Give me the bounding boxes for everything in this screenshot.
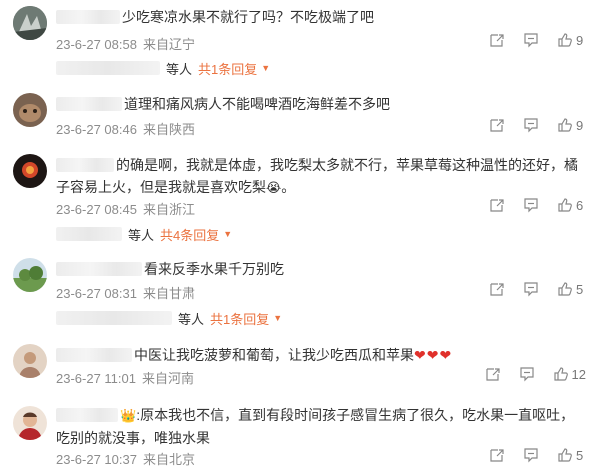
comment-item: 道理和痛风病人不能喝啤酒吃海鲜差不多吧 23-6-27 08:46 来自陕西 9: [0, 86, 600, 148]
avatar[interactable]: [13, 93, 47, 127]
like-count: 6: [576, 197, 584, 213]
like-icon[interactable]: [553, 366, 569, 382]
username-blur[interactable]: [56, 97, 122, 111]
comment-icon[interactable]: [519, 366, 535, 382]
timestamp: 23-6-27 10:37: [56, 452, 137, 467]
location: 来自北京: [142, 452, 195, 467]
username-blur[interactable]: [56, 348, 132, 362]
timestamp: 23-6-27 08:46: [56, 122, 137, 137]
comment-meta: 23-6-27 08:31 来自甘肃: [56, 283, 195, 302]
avatar[interactable]: [13, 344, 47, 378]
reply-suffix: 等人: [178, 311, 205, 327]
forward-icon[interactable]: [489, 197, 505, 213]
comment-text: 道理和痛风病人不能喝啤酒吃海鲜差不多吧: [56, 93, 586, 115]
comment-meta: 23-6-27 10:37 来自北京: [56, 449, 195, 468]
comment-actions: 9: [471, 117, 586, 133]
avatar[interactable]: [13, 6, 47, 40]
comment-meta: 23-6-27 08:58 来自辽宁: [56, 34, 195, 53]
location: 来自陕西: [142, 122, 195, 137]
replier-blur: [56, 227, 122, 241]
comment-body: 少吃寒凉水果不就行了吗？不吃极端了吧: [122, 9, 374, 25]
comment-actions: 12: [467, 366, 586, 382]
comment-body: 中医让我吃菠萝和葡萄，让我少吃西瓜和苹果: [134, 347, 414, 363]
comment-text: 👑:原本我也不信，直到有段时间孩子感冒生病了很久，吃水果一直呕吐，吃别的就没事，…: [56, 404, 586, 449]
comment-actions: 6: [471, 197, 586, 213]
avatar[interactable]: [13, 154, 47, 188]
caret-down-icon: ▼: [273, 313, 283, 323]
comment-icon[interactable]: [523, 117, 539, 133]
username-blur[interactable]: [56, 408, 118, 422]
comment-item: 看来反季水果千万别吃 23-6-27 08:31 来自甘肃 5 等人 共1条回复 …: [0, 250, 600, 336]
crown-badge-icon: 👑: [120, 408, 137, 423]
view-replies-link[interactable]: 共4条回复: [160, 225, 219, 244]
comment-icon[interactable]: [523, 447, 539, 463]
comment-body-end: 。: [281, 179, 296, 195]
avatar[interactable]: [13, 406, 47, 440]
comment-body: 看来反季水果千万别吃: [144, 261, 284, 277]
location: 来自河南: [142, 371, 195, 386]
location: 来自辽宁: [142, 37, 195, 52]
comment-body: 道理和痛风病人不能喝啤酒吃海鲜差不多吧: [124, 96, 390, 112]
caret-down-icon: ▼: [223, 229, 233, 239]
comment-icon[interactable]: [523, 197, 539, 213]
crying-emoji-icon: 😭: [266, 180, 282, 195]
avatar[interactable]: [13, 258, 47, 292]
username-blur[interactable]: [56, 262, 142, 276]
comment-actions: 5: [471, 447, 586, 463]
username-blur[interactable]: [56, 10, 120, 24]
heart-emoji-icon: ❤❤❤: [414, 347, 453, 363]
reply-summary[interactable]: 等人 共1条回复 ▼: [56, 57, 296, 79]
view-replies-link[interactable]: 共1条回复: [198, 59, 257, 78]
view-replies-link[interactable]: 共1条回复: [210, 309, 269, 328]
forward-icon[interactable]: [489, 117, 505, 133]
forward-icon[interactable]: [489, 281, 505, 297]
like-count: 9: [576, 117, 584, 133]
location: 来自甘肃: [142, 286, 195, 301]
comment-text: 看来反季水果千万别吃: [56, 258, 586, 280]
reply-suffix: 等人: [128, 227, 155, 243]
reply-suffix: 等人: [166, 61, 193, 77]
like-count: 12: [571, 366, 586, 382]
comment-meta: 23-6-27 08:45 来自浙江: [56, 199, 195, 218]
comment-icon[interactable]: [523, 281, 539, 297]
comment-meta: 23-6-27 11:01 来自河南: [56, 368, 194, 387]
comment-item: 👑:原本我也不信，直到有段时间孩子感冒生病了很久，吃水果一直呕吐，吃别的就没事，…: [0, 398, 600, 475]
comment-icon[interactable]: [523, 32, 539, 48]
forward-icon[interactable]: [489, 447, 505, 463]
comment-meta: 23-6-27 08:46 来自陕西: [56, 119, 195, 138]
timestamp: 23-6-27 08:31: [56, 286, 137, 301]
like-icon[interactable]: [557, 197, 573, 213]
timestamp: 23-6-27 08:58: [56, 37, 137, 52]
username-blur[interactable]: [56, 158, 114, 172]
like-icon[interactable]: [557, 117, 573, 133]
comment-text: 的确是啊，我就是体虚，我吃梨太多就不行，苹果草莓这种温性的还好，橘子容易上火，但…: [56, 154, 586, 199]
like-count: 5: [576, 447, 584, 463]
like-icon[interactable]: [557, 32, 573, 48]
reply-summary[interactable]: 等人 共4条回复 ▼: [56, 223, 296, 245]
caret-down-icon: ▼: [261, 63, 271, 73]
replier-blur: [56, 311, 172, 325]
like-icon[interactable]: [557, 281, 573, 297]
timestamp: 23-6-27 11:01: [56, 371, 136, 386]
replier-blur: [56, 61, 160, 75]
like-count: 9: [576, 32, 584, 48]
forward-icon[interactable]: [489, 32, 505, 48]
comment-text: 中医让我吃菠萝和葡萄，让我少吃西瓜和苹果❤❤❤: [56, 344, 586, 366]
timestamp: 23-6-27 08:45: [56, 202, 137, 217]
reply-summary[interactable]: 等人 共1条回复 ▼: [56, 307, 296, 329]
comment-body: 的确是啊，我就是体虚，我吃梨太多就不行，苹果草莓这种温性的还好，橘子容易上火，但…: [56, 157, 578, 195]
location: 来自浙江: [142, 202, 195, 217]
comment-item: 的确是啊，我就是体虚，我吃梨太多就不行，苹果草莓这种温性的还好，橘子容易上火，但…: [0, 148, 600, 250]
comment-actions: 5: [471, 281, 586, 297]
comment-item: 中医让我吃菠萝和葡萄，让我少吃西瓜和苹果❤❤❤ 23-6-27 11:01 来自河…: [0, 336, 600, 398]
like-count: 5: [576, 281, 584, 297]
comment-text: 少吃寒凉水果不就行了吗？不吃极端了吧: [56, 6, 586, 28]
forward-icon[interactable]: [485, 366, 501, 382]
comment-item: 少吃寒凉水果不就行了吗？不吃极端了吧 23-6-27 08:58 来自辽宁 9 等…: [0, 0, 600, 86]
comment-actions: 9: [471, 32, 586, 48]
like-icon[interactable]: [557, 447, 573, 463]
